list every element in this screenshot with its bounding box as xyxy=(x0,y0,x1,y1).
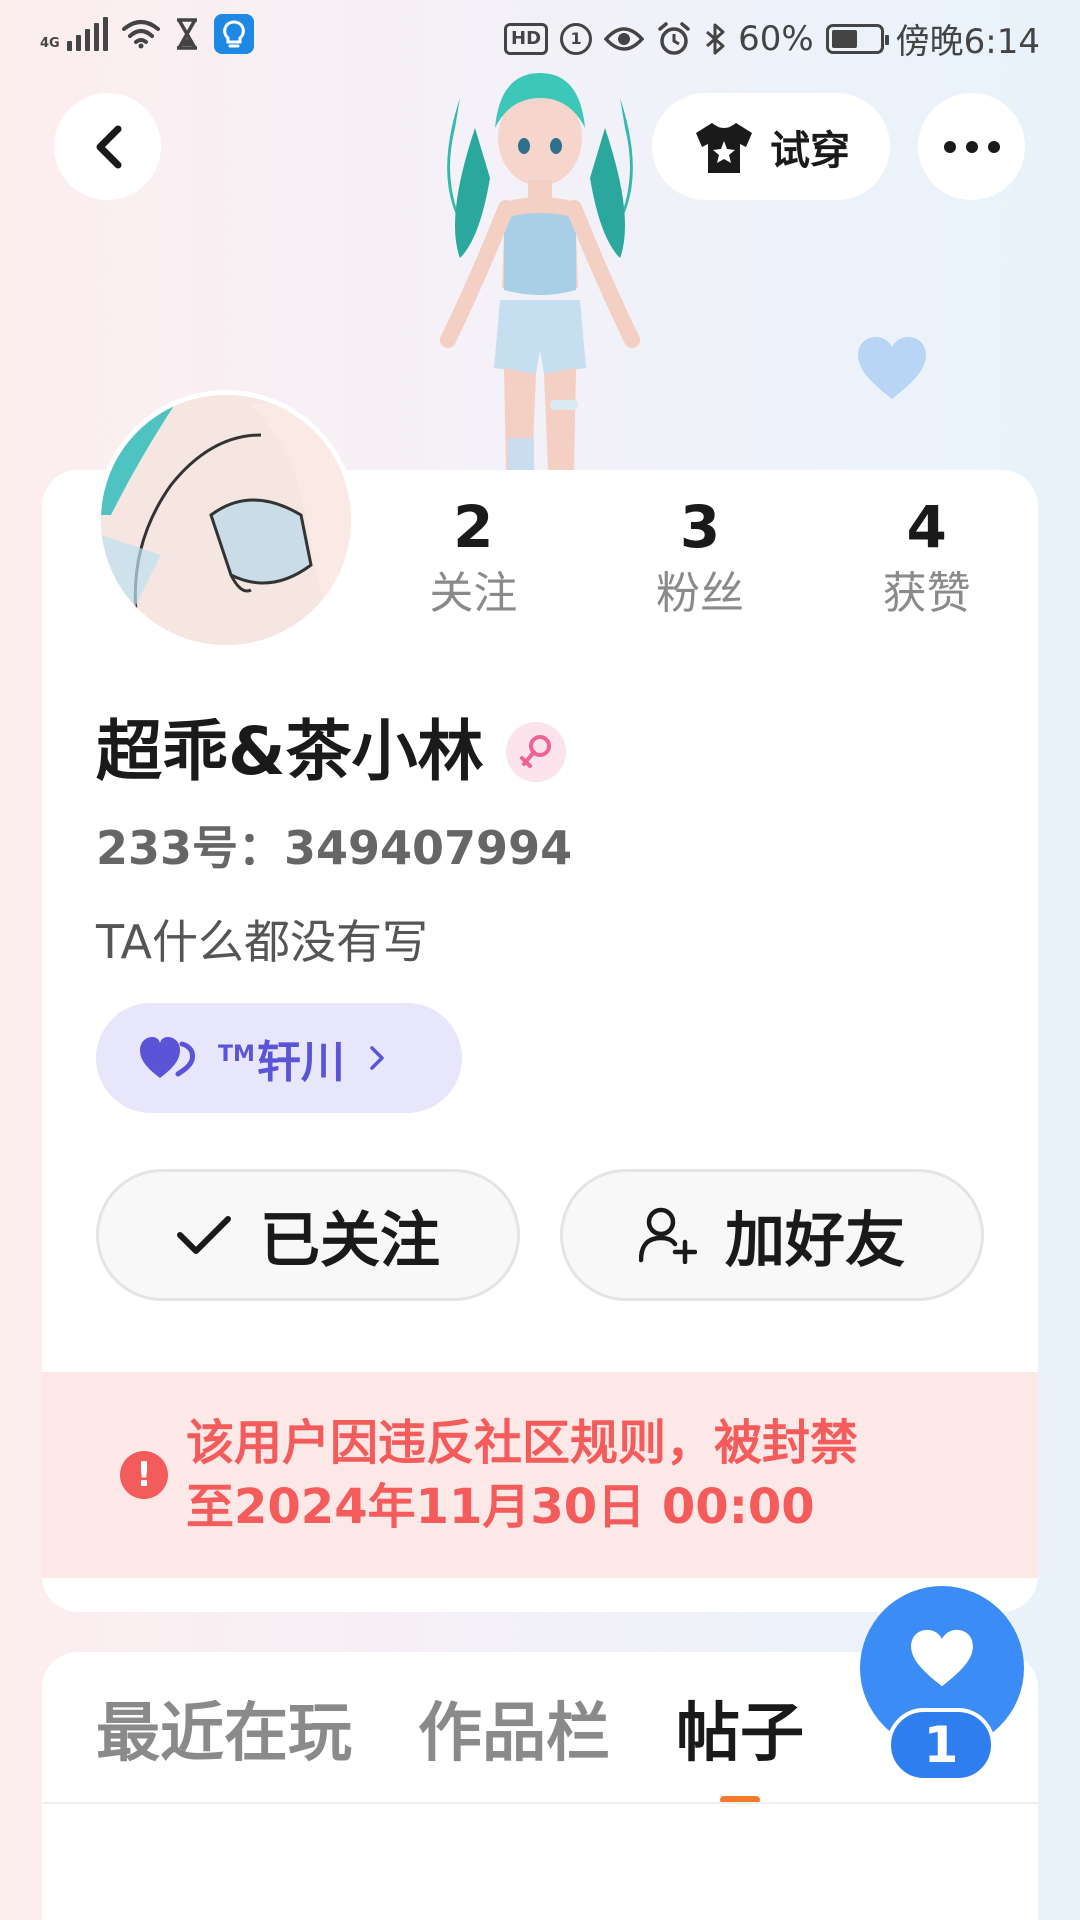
status-left: 4G xyxy=(40,14,254,54)
tabs-divider xyxy=(42,1802,1038,1804)
user-name: 超乖&茶小林 xyxy=(96,713,484,790)
heart-icon xyxy=(911,1629,973,1687)
following-button-label: 已关注 xyxy=(260,1205,440,1276)
battery-icon xyxy=(825,23,889,54)
tab-posts[interactable]: 帖子 xyxy=(676,1694,804,1804)
try-on-button[interactable]: 试穿 xyxy=(652,93,890,200)
ban-notice-line-2: 至2024年11月30日 00:00 xyxy=(186,1479,815,1535)
likes-label: 获赞 xyxy=(882,568,971,619)
character-model-image xyxy=(440,73,640,470)
fans-label: 粉丝 xyxy=(656,568,744,619)
user-bio: TA什么都没有写 xyxy=(96,915,428,969)
tshirt-icon xyxy=(696,122,752,173)
network-type: 4G xyxy=(40,36,60,51)
content-tabs: 最近在玩 作品栏 帖子 xyxy=(96,1694,804,1804)
hd-voice-icon: HD xyxy=(504,22,549,55)
following-count: 2 xyxy=(453,493,494,561)
female-gender-icon xyxy=(505,722,566,782)
wifi-icon xyxy=(121,20,160,49)
try-on-label: 试穿 xyxy=(770,127,850,174)
add-user-icon xyxy=(639,1207,697,1264)
add-friend-button-label: 加好友 xyxy=(725,1205,905,1276)
like-heart-icon[interactable] xyxy=(856,335,928,401)
cp-partner-pill[interactable]: TM轩川 xyxy=(96,1003,462,1113)
cp-partner-name: TM轩川 xyxy=(218,1037,345,1088)
battery-percent: 60% xyxy=(738,18,814,59)
clock-time: 傍晚6:14 xyxy=(895,22,1040,62)
user-id: 233号：349407994 xyxy=(96,821,573,875)
cellular-signal-icon: 4G xyxy=(40,17,108,51)
likes-count: 4 xyxy=(906,493,947,561)
ban-notice-line-1: 该用户因违反社区规则，被封禁 xyxy=(186,1415,859,1471)
ban-notice-text: 该用户因违反社区规则，被封禁 至2024年11月30日 00:00 xyxy=(186,1411,858,1539)
sim-card-icon: 1 xyxy=(560,22,593,55)
more-dot-icon xyxy=(943,140,956,153)
following-label: 关注 xyxy=(429,568,518,619)
chevron-left-icon xyxy=(96,125,121,168)
double-heart-icon xyxy=(140,1037,195,1078)
status-right: HD 1 60% 傍晚6:14 xyxy=(504,14,1040,63)
more-dot-icon xyxy=(987,140,1000,153)
checkmark-icon xyxy=(177,1216,231,1254)
more-options-button[interactable] xyxy=(918,93,1025,200)
more-dot-icon xyxy=(965,140,978,153)
avatar-image xyxy=(101,395,351,645)
fans-count: 3 xyxy=(679,493,721,561)
status-bar: 4G HD 1 60% 傍晚6:14 xyxy=(0,0,1080,76)
chevron-right-icon xyxy=(370,1046,384,1070)
alarm-icon xyxy=(658,21,690,55)
eye-comfort-icon xyxy=(604,26,645,51)
tab-recently-played[interactable]: 最近在玩 xyxy=(96,1694,352,1774)
tab-works[interactable]: 作品栏 xyxy=(418,1694,610,1774)
stat-likes[interactable]: 4 获赞 xyxy=(813,492,1040,624)
user-avatar[interactable] xyxy=(96,390,356,650)
back-button[interactable] xyxy=(54,93,161,200)
add-friend-button[interactable]: 加好友 xyxy=(560,1169,984,1301)
ban-notice: ! 该用户因违反社区规则，被封禁 至2024年11月30日 00:00 xyxy=(42,1372,1038,1578)
lightbulb-app-icon xyxy=(213,14,254,54)
name-row: 超乖&茶小林 xyxy=(96,712,566,792)
stat-following[interactable]: 2 关注 xyxy=(360,492,587,624)
like-count-badge: 1 xyxy=(887,1708,995,1782)
bluetooth-icon xyxy=(706,23,725,54)
warning-icon: ! xyxy=(120,1451,168,1499)
following-button[interactable]: 已关注 xyxy=(96,1169,520,1301)
profile-stats: 2 关注 3 粉丝 4 获赞 xyxy=(360,492,1040,624)
hourglass-icon xyxy=(176,18,197,50)
stat-fans[interactable]: 3 粉丝 xyxy=(587,492,814,624)
